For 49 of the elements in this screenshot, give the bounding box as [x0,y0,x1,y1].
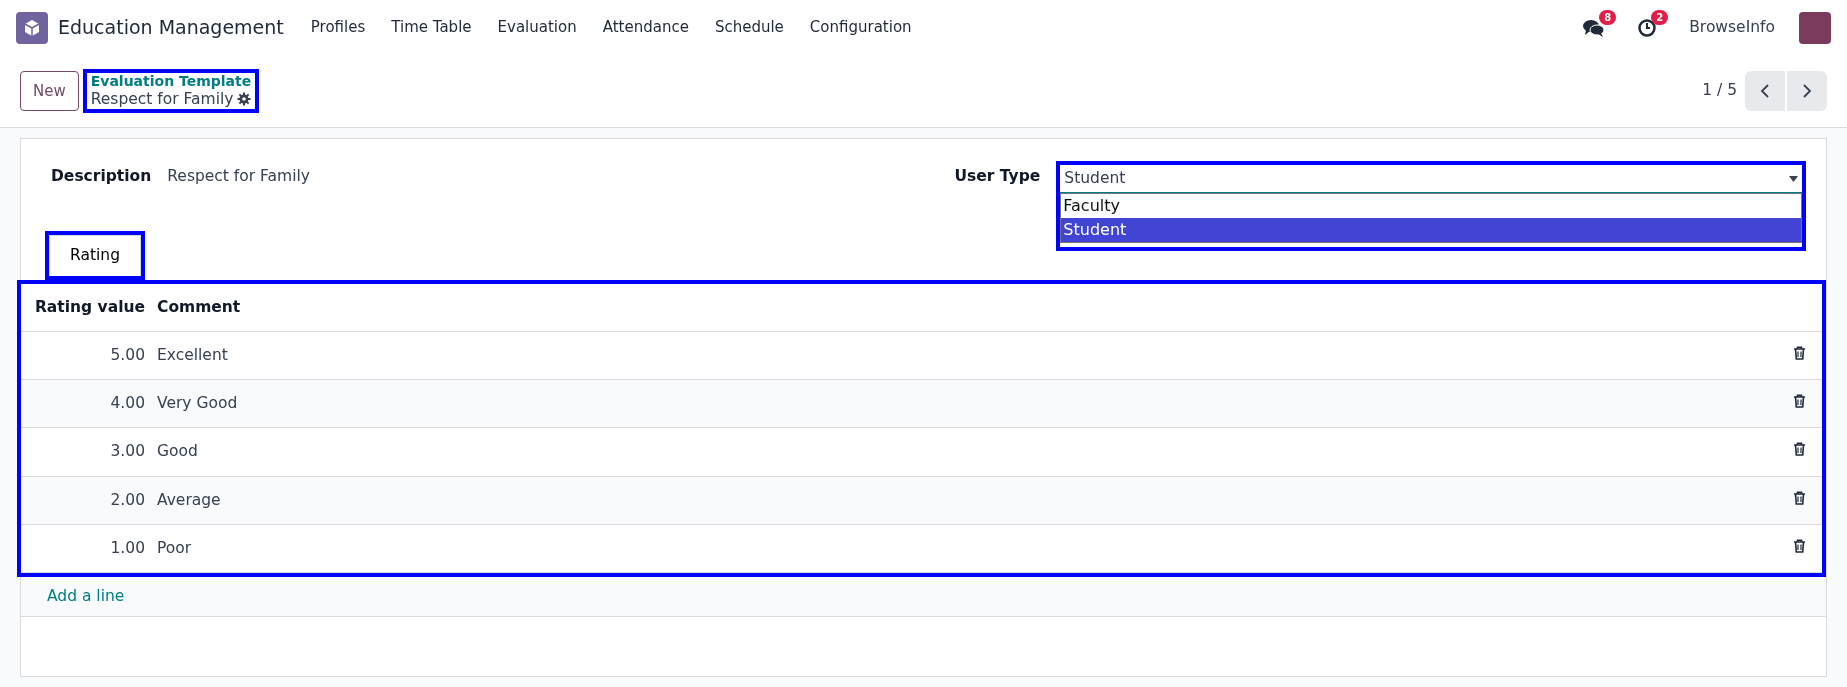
table-cell: Very Good [151,379,1374,428]
table-cell: 4.00 [21,379,151,428]
app-title[interactable]: Education Management [58,13,284,42]
table-cell: Excellent [151,331,1374,380]
avatar[interactable] [1799,11,1831,44]
count-badge: 8 [1599,9,1617,25]
app-logo-icon[interactable] [16,11,48,44]
dropdown-option[interactable]: Student [1061,218,1801,243]
table-cell: 1.00 [21,524,151,573]
new-button[interactable]: New [20,70,79,112]
menu-link[interactable]: Configuration [796,16,925,39]
pager-value: 1 / 5 [1702,80,1737,102]
clock-icon[interactable] [1637,17,1658,38]
delete-icon[interactable] [1793,345,1806,360]
column-header[interactable]: Comment [151,283,1374,332]
user-type-select[interactable]: Student [1060,165,1802,194]
add-line-link[interactable]: Add a line [47,587,125,605]
delete-icon[interactable] [1793,394,1806,408]
column-header[interactable]: Rating value [21,283,151,332]
caret-icon [1789,175,1798,182]
table-cell: Good [151,427,1374,476]
chat-icon[interactable] [1583,17,1606,38]
chevron-right-icon [1802,82,1812,99]
field-value: Respect for Family [167,166,310,187]
next-button[interactable] [1787,71,1827,111]
count-badge: 2 [1651,9,1669,25]
dropdown-option[interactable]: Faculty [1061,194,1801,219]
table-cell: 2.00 [21,476,151,525]
menu-link[interactable]: Schedule [701,16,797,39]
table-cell: Average [151,476,1374,525]
delete-icon[interactable] [1793,538,1806,553]
menu-link[interactable]: Time Table [378,16,485,39]
table-cell: 3.00 [21,427,151,476]
menu-link[interactable]: Profiles [297,16,379,39]
previous-button[interactable] [1745,71,1785,111]
record-title: Respect for Family [90,90,234,109]
field-label: Description [51,166,152,187]
settings-icon[interactable] [237,92,252,107]
menu-link[interactable]: Attendance [589,16,702,39]
breadcrumb-link[interactable]: Evaluation Template [90,73,252,91]
delete-icon[interactable] [1793,490,1806,505]
user-name[interactable]: BrowseInfo [1689,15,1775,40]
menu-link[interactable]: Evaluation [484,16,590,39]
delete-icon[interactable] [1793,442,1806,457]
table-cell: Poor [151,524,1374,573]
rating-tab[interactable]: Rating [49,235,141,276]
field-label: User Type [953,166,1041,187]
chevron-left-icon [1760,82,1770,99]
table-cell: 5.00 [21,331,151,380]
